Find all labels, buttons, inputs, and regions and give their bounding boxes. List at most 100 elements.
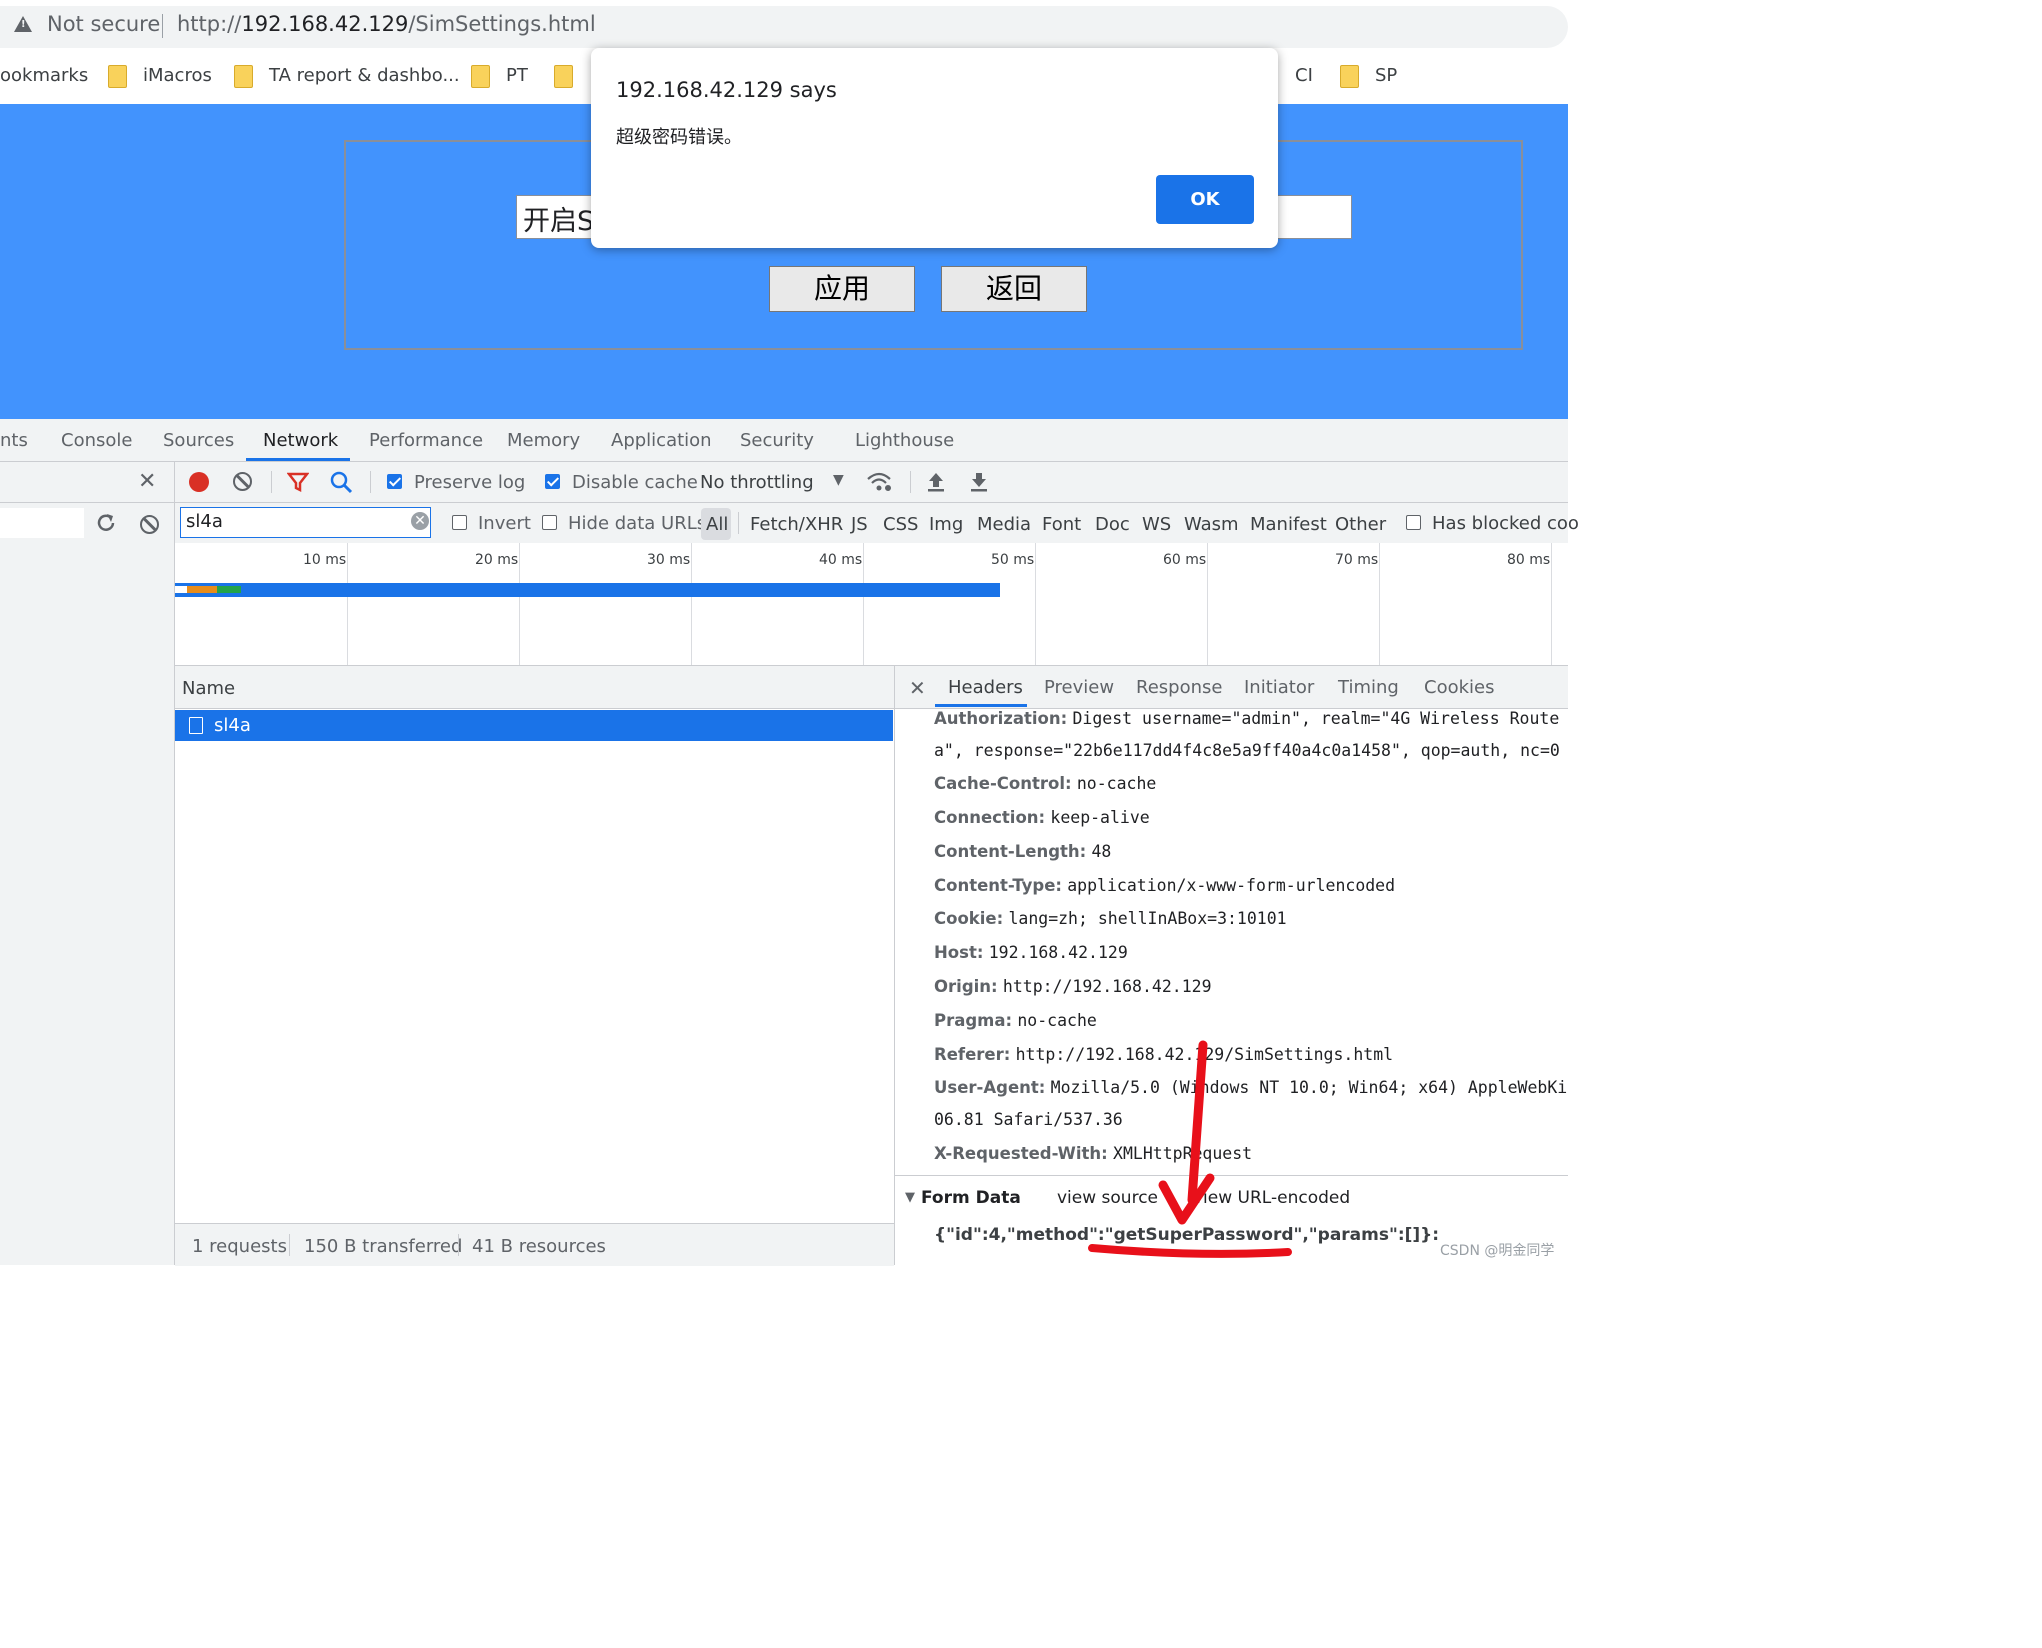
invert-checkbox[interactable]: [452, 515, 467, 530]
bookmark-label: PT: [506, 65, 528, 86]
sidebar-search-input[interactable]: [0, 508, 84, 538]
tab-timing[interactable]: Timing: [1338, 677, 1399, 698]
type-doc[interactable]: Doc: [1095, 514, 1130, 535]
type-all[interactable]: All: [706, 514, 728, 535]
search-icon[interactable]: [330, 471, 354, 495]
ok-button[interactable]: OK: [1156, 175, 1254, 224]
tab-elements[interactable]: nts: [0, 430, 28, 451]
close-icon[interactable]: ✕: [138, 469, 156, 494]
tab-memory[interactable]: Memory: [507, 430, 580, 451]
dialog-title: 192.168.42.129 says: [616, 78, 837, 102]
header-row: Connection: keep-alive: [934, 808, 1150, 827]
type-wasm[interactable]: Wasm: [1184, 514, 1239, 535]
header-row: Content-Length: 48: [934, 842, 1111, 861]
type-media[interactable]: Media: [977, 514, 1031, 535]
timeline-tick: 30 ms: [647, 552, 691, 568]
type-fetch-xhr[interactable]: Fetch/XHR: [750, 514, 843, 535]
bookmark-item[interactable]: PT: [471, 64, 528, 88]
timeline-tick: 40 ms: [819, 552, 863, 568]
type-css[interactable]: CSS: [883, 514, 918, 535]
bookmark-label: ookmarks: [0, 65, 89, 86]
back-button[interactable]: 返回: [941, 266, 1087, 312]
grid-line: [691, 543, 692, 665]
type-img[interactable]: Img: [929, 514, 963, 535]
chevron-down-icon[interactable]: ▼: [833, 472, 844, 488]
view-url-encoded-link[interactable]: view URL-encoded: [1193, 1188, 1350, 1208]
preserve-log-checkbox[interactable]: [387, 474, 402, 489]
header-key: Cache-Control:: [934, 774, 1072, 793]
document-icon: [189, 717, 203, 734]
header-key: Pragma:: [934, 1011, 1013, 1030]
tab-cookies[interactable]: Cookies: [1424, 677, 1494, 698]
refresh-icon[interactable]: [95, 512, 117, 534]
divider: [458, 1234, 459, 1256]
address-divider: [162, 14, 163, 38]
triangle-down-icon[interactable]: ▼: [905, 1190, 915, 1205]
divider: [174, 503, 175, 543]
type-ws[interactable]: WS: [1142, 514, 1171, 535]
table-row[interactable]: sl4a: [175, 710, 893, 741]
grid-line: [1035, 543, 1036, 665]
request-name: sl4a: [214, 715, 251, 736]
bookmark-item[interactable]: ookmarks: [0, 64, 88, 88]
preserve-log-label: Preserve log: [414, 472, 526, 493]
record-icon[interactable]: [189, 472, 209, 492]
bookmark-item[interactable]: [554, 64, 589, 88]
bookmark-item[interactable]: iMacros: [108, 64, 212, 88]
tab-security[interactable]: Security: [740, 430, 814, 451]
tab-preview[interactable]: Preview: [1044, 677, 1114, 698]
bookmark-item[interactable]: SP: [1340, 64, 1397, 88]
divider: [289, 1234, 290, 1256]
header-row: User-Agent: Mozilla/5.0 (Windows NT 10.0…: [934, 1078, 1567, 1097]
filter-icon[interactable]: [287, 471, 309, 493]
network-timeline[interactable]: 10 ms 20 ms 30 ms 40 ms 50 ms 60 ms 70 m…: [175, 543, 1568, 666]
type-font[interactable]: Font: [1042, 514, 1081, 535]
form-data-title[interactable]: Form Data: [921, 1188, 1021, 1208]
hide-data-urls-checkbox[interactable]: [542, 515, 557, 530]
view-source-link[interactable]: view source: [1057, 1188, 1158, 1208]
tab-console[interactable]: Console: [61, 430, 132, 451]
disable-cache-checkbox[interactable]: [545, 474, 560, 489]
timeline-bar-queue: [175, 586, 187, 593]
type-js[interactable]: JS: [851, 514, 868, 535]
tab-lighthouse[interactable]: Lighthouse: [855, 430, 954, 451]
tab-response[interactable]: Response: [1136, 677, 1222, 698]
block-icon[interactable]: [140, 515, 159, 534]
divider: [174, 462, 175, 502]
tab-headers[interactable]: Headers: [948, 677, 1023, 698]
hide-data-urls-label: Hide data URLs: [568, 513, 707, 534]
import-har-icon[interactable]: [926, 471, 946, 493]
url-path: /SimSettings.html: [408, 12, 596, 36]
url-text[interactable]: http://192.168.42.129/SimSettings.html: [177, 12, 596, 36]
has-blocked-cookies-checkbox[interactable]: [1406, 515, 1421, 530]
close-details-icon[interactable]: ✕: [909, 676, 926, 700]
folder-icon: [108, 64, 127, 88]
transferred-size: 150 B transferred: [304, 1236, 463, 1257]
column-name[interactable]: Name: [182, 678, 235, 699]
bookmark-item[interactable]: CI: [1295, 64, 1313, 88]
type-other[interactable]: Other: [1335, 514, 1386, 535]
tab-performance[interactable]: Performance: [369, 430, 483, 451]
clear-icon[interactable]: [233, 472, 252, 491]
clear-filter-icon[interactable]: ✕: [411, 512, 429, 530]
tab-application[interactable]: Application: [611, 430, 712, 451]
export-har-icon[interactable]: [969, 471, 989, 493]
type-manifest[interactable]: Manifest: [1250, 514, 1327, 535]
grid-line: [1207, 543, 1208, 665]
warning-icon[interactable]: [14, 16, 32, 32]
grid-line: [1379, 543, 1380, 665]
tab-sources[interactable]: Sources: [163, 430, 234, 451]
throttling-select[interactable]: No throttling: [700, 472, 814, 493]
security-label[interactable]: Not secure: [47, 12, 160, 36]
details-tab-bar: ✕ Headers Preview Response Initiator Tim…: [895, 666, 1568, 709]
apply-button[interactable]: 应用: [769, 266, 915, 312]
bookmark-label: iMacros: [143, 65, 212, 86]
resources-size: 41 B resources: [472, 1236, 606, 1257]
tab-network[interactable]: Network: [263, 430, 338, 451]
bookmark-label: CI: [1295, 65, 1313, 86]
network-conditions-icon[interactable]: [866, 470, 894, 494]
tab-initiator[interactable]: Initiator: [1244, 677, 1314, 698]
bookmark-item[interactable]: TA report & dashbo...: [234, 64, 460, 88]
timeline-tick: 20 ms: [475, 552, 519, 568]
filter-input[interactable]: sl4a: [180, 507, 431, 538]
